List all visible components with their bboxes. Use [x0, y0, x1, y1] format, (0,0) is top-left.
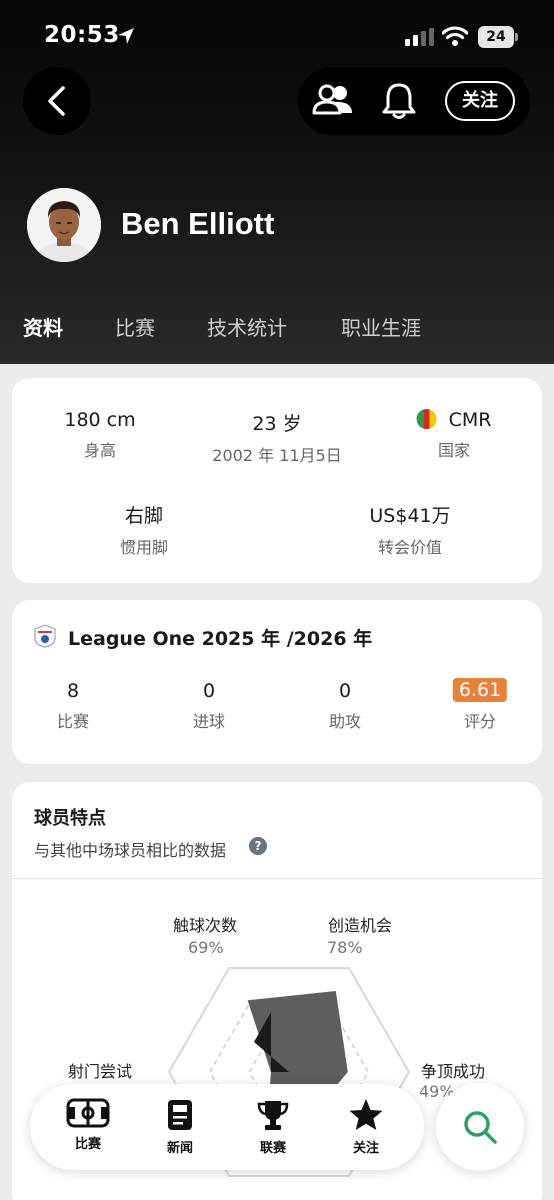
birthdate-label: 2002 年 11月5日: [212, 446, 342, 465]
height-stat: 180 cm 身高: [64, 409, 135, 461]
nav-label-matches: 比赛: [74, 1137, 101, 1152]
cellular-signal-icon: [405, 28, 434, 46]
radar-label-aerials: 争顶成功: [420, 1062, 486, 1081]
foot-label: 惯用脚: [119, 538, 169, 557]
foot-value: 右脚: [124, 505, 164, 527]
assists-value: 0: [338, 680, 352, 702]
back-button[interactable]: [23, 67, 91, 135]
season-stat-goals: 0 进球: [193, 680, 225, 732]
tab-bar: 资料 比赛 技术统计 职业生涯: [0, 312, 554, 352]
season-card[interactable]: League One 2025 年 /2026 年 8 比赛 0 进球 0 助攻…: [12, 600, 542, 764]
country-label: 国家: [437, 441, 470, 460]
header-actions: 关注: [298, 67, 530, 135]
profile-card: 180 cm 身高 23 岁 2002 年 11月5日 CMR 国家 右脚 惯用…: [12, 378, 542, 583]
cameroon-flag-icon: [416, 409, 437, 429]
location-arrow-icon: [118, 28, 134, 44]
season-stat-matches: 8 比赛: [57, 680, 89, 732]
search-icon: [464, 1111, 497, 1144]
goals-value: 0: [202, 680, 216, 702]
tab-matches[interactable]: 比赛: [115, 312, 155, 341]
assists-label: 助攻: [328, 712, 362, 731]
follow-button[interactable]: 关注: [445, 81, 515, 121]
radar-label-shots: 射门尝试: [67, 1062, 133, 1081]
nav-label-leagues: 联赛: [259, 1141, 286, 1156]
season-stat-rating: 6.61 评分: [452, 678, 508, 732]
radar-label-chances: 创造机会: [327, 916, 393, 935]
radar-label-touches: 触球次数: [172, 916, 238, 935]
search-button[interactable]: [436, 1083, 524, 1171]
battery-icon: 24: [478, 26, 514, 48]
nav-matches[interactable]: 比赛: [48, 1098, 128, 1152]
height-value: 180 cm: [64, 409, 136, 431]
wifi-icon: [442, 26, 468, 46]
player-name: Ben Elliott: [121, 206, 275, 241]
radar-pct-touches: 69%: [188, 938, 224, 957]
country-stat: CMR 国家: [416, 409, 492, 461]
market-value: US$41万: [369, 505, 451, 527]
player-header: 20:53 24 关注 Ben Elliott 资料 比赛 技术统计 职业生涯: [0, 0, 554, 364]
tab-career[interactable]: 职业生涯: [341, 312, 421, 341]
bottom-nav-bar: 比赛 新闻 联赛 关注: [30, 1084, 424, 1170]
compare-players-icon[interactable]: [312, 81, 354, 121]
goals-label: 进球: [192, 712, 226, 731]
news-icon: [168, 1100, 192, 1130]
market-value-label: 转会价值: [377, 538, 443, 557]
matches-label: 比赛: [56, 712, 90, 731]
trophy-icon: [257, 1101, 289, 1130]
country-value: CMR: [448, 409, 492, 431]
nav-news[interactable]: 新闻: [140, 1098, 220, 1156]
pitch-icon: [66, 1098, 110, 1128]
status-time: 20:53: [44, 22, 120, 48]
age-value: 23 岁: [252, 413, 302, 435]
notification-bell-icon[interactable]: [382, 81, 416, 121]
season-stat-assists: 0 助攻: [329, 680, 361, 732]
nav-label-news: 新闻: [166, 1141, 193, 1156]
status-bar: 20:53 24: [0, 20, 554, 56]
player-avatar: [27, 188, 101, 262]
rating-badge: 6.61: [452, 678, 508, 702]
nav-leagues[interactable]: 联赛: [233, 1098, 313, 1156]
market-value-stat: US$41万 转会价值: [369, 501, 450, 558]
tab-profile[interactable]: 资料: [23, 312, 63, 341]
tab-stats[interactable]: 技术统计: [207, 312, 287, 341]
radar-pct-chances: 78%: [327, 938, 363, 957]
chevron-left-icon: [48, 86, 65, 116]
age-stat: 23 岁 2002 年 11月5日: [212, 409, 341, 466]
battery-tip: [515, 33, 518, 41]
nav-following[interactable]: 关注: [326, 1098, 406, 1156]
star-icon: [349, 1099, 383, 1130]
league-one-logo: [34, 624, 56, 648]
league-season-title: League One 2025 年 /2026 年: [68, 628, 373, 650]
foot-stat: 右脚 惯用脚: [120, 501, 168, 558]
rating-label: 评分: [463, 712, 496, 731]
matches-value: 8: [66, 680, 80, 702]
height-label: 身高: [83, 441, 117, 460]
nav-label-following: 关注: [352, 1141, 379, 1156]
